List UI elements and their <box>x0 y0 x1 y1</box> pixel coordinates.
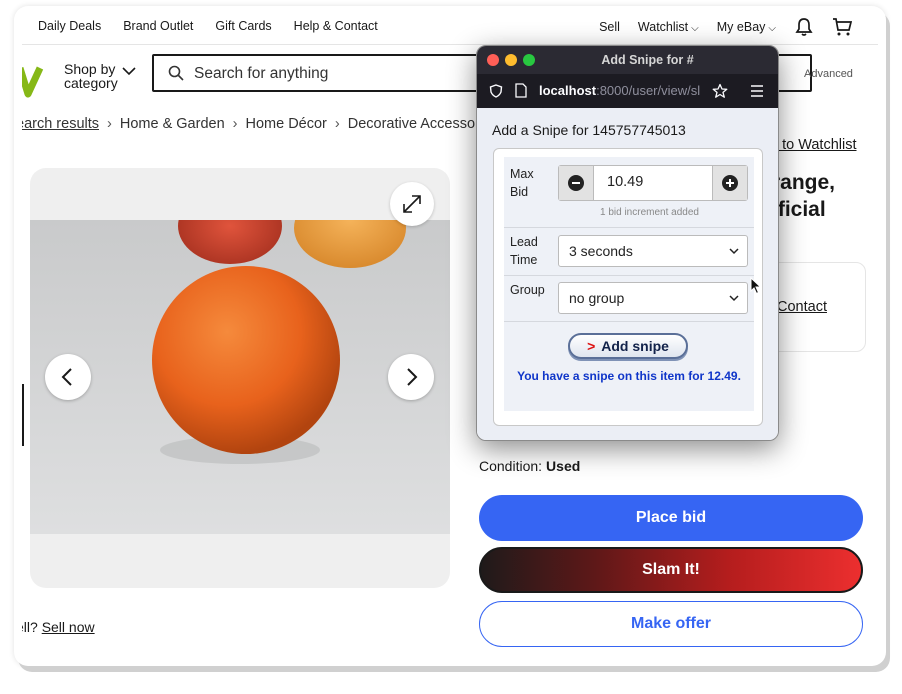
popup-url-bar: localhost:8000/user/view/sl <box>477 74 778 108</box>
chevron-right-icon: › <box>334 116 340 132</box>
max-bid-label: Max Bid <box>510 165 534 201</box>
chevron-down-icon: ⌵ <box>768 23 776 34</box>
nav-watchlist-label: Watchlist <box>637 20 689 34</box>
add-snipe-label: Add snipe <box>601 338 669 354</box>
product-photo[interactable] <box>30 220 450 534</box>
nav-brand-outlet[interactable]: Brand Outlet <box>123 19 193 33</box>
image-gallery <box>30 168 450 588</box>
bookmark-star-icon[interactable] <box>712 83 728 99</box>
contact-seller-link[interactable]: Contact <box>777 299 827 315</box>
breadcrumb-decorative-accessories[interactable]: Decorative Accesso <box>348 116 475 132</box>
item-condition: Condition: Used <box>479 458 580 474</box>
increment-hint: 1 bid increment added <box>600 207 699 218</box>
plus-icon <box>722 175 738 191</box>
max-bid-input[interactable]: 10.49 <box>607 174 643 190</box>
decrement-bid-button[interactable] <box>559 166 594 200</box>
lead-time-row: Lead Time 3 seconds <box>504 227 754 276</box>
shield-icon[interactable] <box>489 84 503 98</box>
sell-prompt: ell? Sell now <box>22 619 95 635</box>
snipe-status-notice: You have a snipe on this item for 12.49. <box>517 369 741 383</box>
max-bid-row: Max Bid 10.49 1 bid increment added <box>504 157 754 228</box>
place-bid-button[interactable]: Place bid <box>479 495 863 541</box>
top-nav: Daily Deals Brand Outlet Gift Cards Help… <box>22 6 878 45</box>
nav-my-ebay-label: My eBay <box>716 20 766 34</box>
max-bid-label-line1: Max <box>510 167 534 181</box>
advanced-search-link[interactable]: Advanced <box>804 68 853 80</box>
hamburger-menu-icon[interactable] <box>750 85 764 97</box>
previous-image-button[interactable] <box>45 354 91 400</box>
lead-time-label: Lead Time <box>510 233 538 269</box>
group-label: Group <box>510 283 545 297</box>
breadcrumb-home-garden[interactable]: Home & Garden <box>120 116 225 132</box>
nav-help-contact[interactable]: Help & Contact <box>294 19 378 33</box>
add-snipe-popup-window: Add Snipe for # localhost:8000/user/view… <box>476 45 779 441</box>
search-input[interactable]: Search for anything <box>194 65 328 83</box>
popup-url[interactable]: localhost:8000/user/view/sl <box>539 83 707 98</box>
nav-my-ebay[interactable]: My eBay ⌵ <box>717 20 776 34</box>
shop-by-line2: category <box>64 75 118 91</box>
chevron-left-icon <box>61 368 72 386</box>
lead-time-value: 3 seconds <box>569 243 633 259</box>
popup-titlebar[interactable]: Add Snipe for # <box>477 46 778 74</box>
snipe-form: Max Bid 10.49 1 bid increment added Lead T… <box>493 148 763 426</box>
bell-icon[interactable] <box>794 17 814 37</box>
item-title-line2: ificial <box>772 198 826 221</box>
sell-now-link[interactable]: Sell now <box>42 619 95 635</box>
chevron-down-icon <box>729 248 739 255</box>
next-image-button[interactable] <box>388 354 434 400</box>
shop-by-category[interactable]: Shop by category <box>64 61 136 91</box>
popup-title: Add Snipe for # <box>601 53 694 67</box>
item-title-line1: range, <box>772 171 836 194</box>
top-nav-links: Daily Deals Brand Outlet Gift Cards Help… <box>38 19 378 33</box>
snipe-heading: Add a Snipe for 145757745013 <box>492 122 686 138</box>
lead-time-select[interactable]: 3 seconds <box>558 235 748 267</box>
search-icon <box>168 65 184 81</box>
sell-prompt-text: ell? <box>22 619 38 635</box>
lead-time-label-line1: Lead <box>510 235 538 249</box>
snipe-form-fields: Max Bid 10.49 1 bid increment added Lead T… <box>504 157 762 411</box>
max-bid-label-line2: Bid <box>510 185 529 199</box>
expand-icon <box>403 195 421 213</box>
chevron-down-icon <box>729 295 739 302</box>
url-path: :8000/user/view/sl <box>596 83 701 98</box>
group-select[interactable]: no group <box>558 282 748 314</box>
chevron-down-icon <box>122 67 136 76</box>
ebay-logo[interactable] <box>22 64 44 104</box>
increment-bid-button[interactable] <box>712 166 747 200</box>
url-host: localhost <box>539 83 597 98</box>
chevron-right-icon <box>407 368 418 386</box>
chevron-right-icon: › <box>232 116 238 132</box>
orange-image <box>30 220 450 534</box>
minus-icon <box>568 175 584 191</box>
nav-daily-deals[interactable]: Daily Deals <box>38 19 101 33</box>
mouse-cursor-icon <box>750 277 762 295</box>
cart-icon[interactable] <box>832 17 852 37</box>
arrow-right-icon: > <box>587 338 596 354</box>
add-snipe-button[interactable]: > Add snipe <box>568 333 688 359</box>
nav-watchlist[interactable]: Watchlist ⌵ <box>638 20 699 34</box>
expand-image-button[interactable] <box>390 182 434 226</box>
chevron-down-icon: ⌵ <box>691 23 699 34</box>
group-row: Group no group <box>504 275 754 322</box>
chevron-right-icon: › <box>107 116 112 132</box>
max-bid-stepper: 10.49 <box>558 165 748 201</box>
scroll-indicator <box>22 384 24 446</box>
shop-by-line1: Shop by <box>64 61 116 77</box>
slam-it-button[interactable]: Slam It! <box>479 547 863 593</box>
condition-value: Used <box>546 458 581 474</box>
nav-sell[interactable]: Sell <box>599 20 620 34</box>
make-offer-button[interactable]: Make offer <box>479 601 863 647</box>
group-value: no group <box>569 290 625 306</box>
condition-label: Condition: <box>479 458 543 474</box>
lead-time-label-line2: Time <box>510 253 538 267</box>
top-nav-right: Sell Watchlist ⌵ My eBay ⌵ <box>599 17 852 37</box>
nav-gift-cards[interactable]: Gift Cards <box>215 19 271 33</box>
breadcrumb-home-decor[interactable]: Home Décor <box>245 116 326 132</box>
item-title: range, ificial <box>772 169 835 223</box>
breadcrumb: earch results › Home & Garden › Home Décor › D… <box>22 116 475 132</box>
add-to-watchlist-link[interactable]: d to Watchlist <box>770 137 857 153</box>
popup-content: Add a Snipe for 145757745013 Max Bid 10.4… <box>477 108 778 440</box>
breadcrumb-search-results[interactable]: earch results <box>22 116 99 132</box>
page-icon <box>515 83 527 98</box>
